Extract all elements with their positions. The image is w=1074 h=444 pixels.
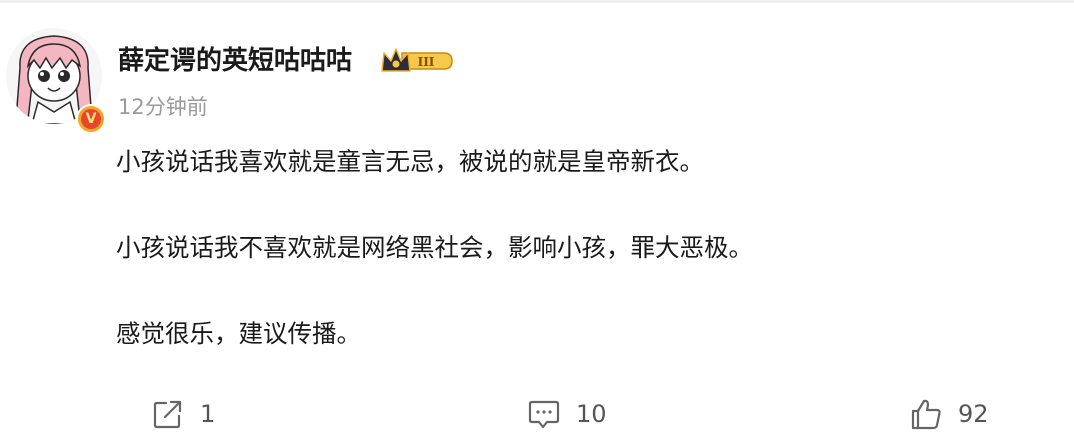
comment-paragraph-1: 小孩说话我喜欢就是童言无忌，被说的就是皇帝新衣。 [116, 147, 704, 176]
share-button[interactable]: 1 [150, 394, 215, 434]
rank-badge[interactable]: III [380, 47, 454, 75]
rank-badge-label: III [418, 55, 435, 69]
verified-badge: V [76, 104, 106, 134]
comment-icon [526, 396, 562, 432]
share-icon [150, 396, 186, 432]
like-count: 92 [958, 400, 989, 428]
thumbs-up-icon [908, 396, 944, 432]
comment-count: 10 [576, 400, 607, 428]
comment-paragraph-3: 感觉很乐，建议传播。 [116, 319, 361, 348]
comment-button[interactable]: 10 [526, 394, 607, 434]
comment-paragraph-2: 小孩说话我不喜欢就是网络黑社会，影响小孩，罪大恶极。 [116, 233, 753, 262]
comment-body: 小孩说话我喜欢就是童言无忌，被说的就是皇帝新衣。 小孩说话我不喜欢就是网络黑社会… [116, 142, 1046, 354]
comment-timestamp: 12分钟前 [118, 95, 208, 119]
verified-badge-label: V [81, 109, 101, 129]
share-count: 1 [200, 400, 216, 428]
username[interactable]: 薛定谔的英短咕咕咕 [118, 44, 352, 78]
like-button[interactable]: 92 [908, 394, 989, 434]
top-divider [0, 0, 1074, 3]
crown-icon: III [381, 48, 453, 72]
avatar-container[interactable]: V [6, 28, 106, 134]
